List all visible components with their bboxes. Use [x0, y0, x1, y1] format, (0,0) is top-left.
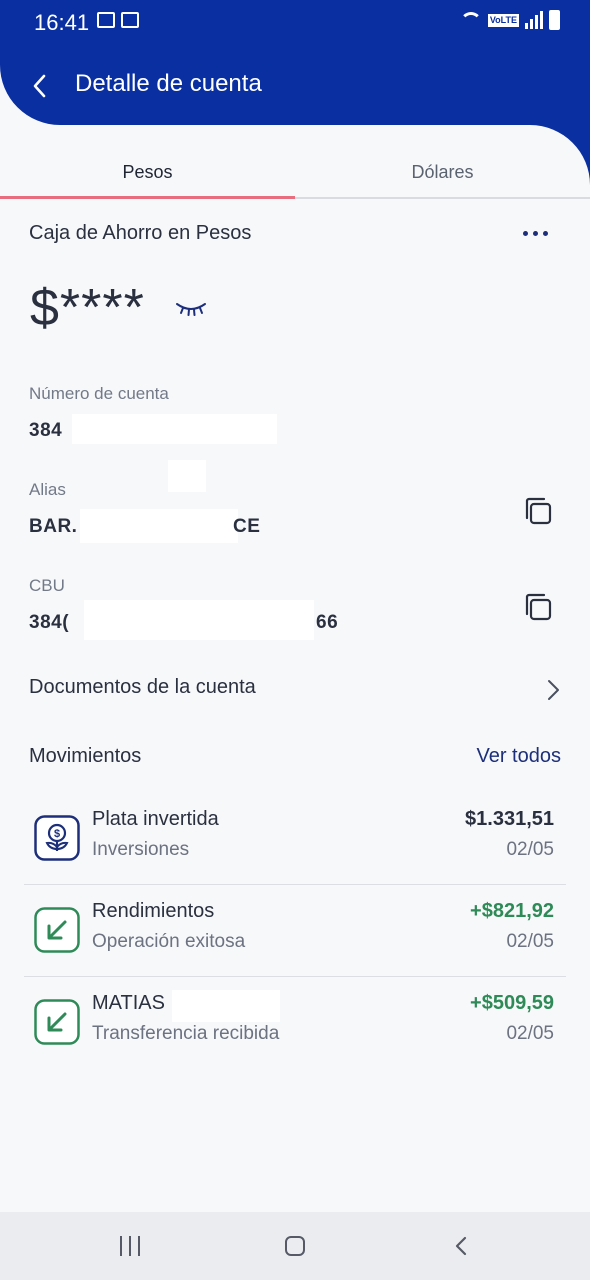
status-bar: 16:41 VoLTE: [0, 0, 590, 48]
movement-date: 02/05: [506, 931, 554, 952]
investment-icon: $: [34, 815, 80, 861]
account-number-label: Número de cuenta: [29, 384, 169, 403]
account-balance: $****: [30, 279, 145, 337]
recent-apps-icon[interactable]: [120, 1236, 140, 1256]
cbu-value-end: 66: [316, 612, 339, 633]
movement-name: Plata invertida: [92, 808, 219, 830]
copy-alias-icon[interactable]: [523, 496, 553, 526]
account-documents-label: Documentos de la cuenta: [29, 676, 256, 698]
redaction-block: [172, 990, 280, 1022]
system-back-icon[interactable]: [454, 1236, 468, 1256]
system-icons: VoLTE: [459, 10, 560, 30]
currency-tabs: Pesos Dólares: [0, 145, 590, 199]
movement-item[interactable]: $ Plata invertida Inversiones $1.331,51 …: [24, 793, 566, 885]
redaction-block: [72, 414, 277, 444]
page-title: Detalle de cuenta: [75, 70, 262, 97]
cbu-label: CBU: [29, 576, 65, 595]
movement-subtitle: Operación exitosa: [92, 931, 246, 952]
status-time: 16:41: [34, 10, 90, 35]
alias-value-end: CE: [233, 516, 261, 537]
movement-amount: +$821,92: [470, 900, 554, 922]
svg-text:$: $: [54, 828, 60, 840]
gallery-notification-icon: [97, 12, 115, 28]
movements-title: Movimientos: [29, 745, 142, 767]
see-all-link[interactable]: Ver todos: [476, 745, 561, 768]
hidden-eye-icon[interactable]: [175, 300, 207, 316]
chevron-right-icon: [548, 680, 559, 700]
system-navigation-bar: [0, 1212, 590, 1280]
copy-cbu-icon[interactable]: [523, 592, 553, 622]
movement-name: MATIAS: [92, 992, 165, 1014]
screen: 16:41 VoLTE Detalle de cuenta Pesos Dóla…: [0, 0, 590, 1280]
battery-icon: [549, 10, 560, 30]
alias-label: Alias: [29, 480, 66, 499]
arrow-in-icon: [34, 907, 80, 953]
wifi-icon: [459, 12, 482, 28]
home-icon[interactable]: [285, 1236, 305, 1256]
account-documents-row[interactable]: Documentos de la cuenta: [0, 664, 590, 716]
back-arrow-icon[interactable]: [30, 72, 52, 100]
redaction-block: [168, 460, 206, 492]
volte-icon: VoLTE: [487, 13, 519, 27]
movement-item[interactable]: Rendimientos Operación exitosa +$821,92 …: [24, 884, 566, 977]
alias-value-start: BAR.: [29, 516, 78, 537]
movement-item[interactable]: MATIAS Transferencia recibida +$509,59 0…: [24, 976, 566, 1069]
movement-date: 02/05: [506, 839, 554, 860]
redaction-block: [84, 600, 314, 640]
arrow-in-icon: [34, 999, 80, 1045]
movement-amount: $1.331,51: [465, 808, 554, 830]
notification-icons: [97, 12, 139, 28]
movement-subtitle: Transferencia recibida: [92, 1023, 280, 1044]
movement-subtitle: Inversiones: [92, 839, 190, 860]
account-number-value: 384: [29, 420, 63, 441]
movement-amount: +$509,59: [470, 992, 554, 1014]
tab-dolares[interactable]: Dólares: [295, 145, 590, 199]
redaction-block: [80, 509, 238, 543]
message-notification-icon: [121, 12, 139, 28]
tab-pesos[interactable]: Pesos: [0, 145, 295, 199]
movement-date: 02/05: [506, 1023, 554, 1044]
account-type-title: Caja de Ahorro en Pesos: [29, 222, 252, 244]
cbu-value-start: 384(: [29, 612, 70, 633]
signal-icon: [525, 11, 543, 29]
active-tab-indicator: [0, 196, 295, 199]
movement-name: Rendimientos: [92, 900, 215, 922]
more-options-icon[interactable]: [523, 231, 548, 236]
